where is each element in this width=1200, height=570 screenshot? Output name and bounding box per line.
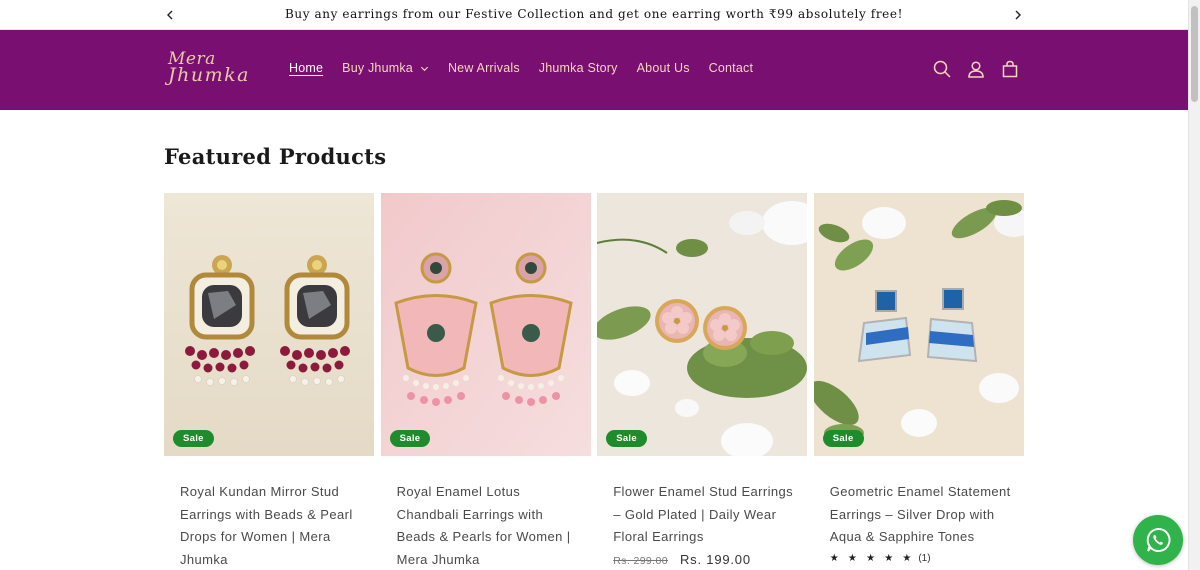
product-card[interactable]: Sale Geometric Enamel Statement Earrings… xyxy=(813,193,1024,570)
sale-badge: Sale xyxy=(173,430,214,447)
scrollbar-thumb[interactable] xyxy=(1191,6,1198,102)
cart-icon xyxy=(1002,60,1018,78)
nav-item-new-arrivals[interactable]: New Arrivals xyxy=(448,61,520,75)
search-button[interactable] xyxy=(930,57,954,81)
product-title[interactable]: Flower Enamel Stud Earrings – Gold Plate… xyxy=(597,481,797,549)
logo-line2: Jhumka xyxy=(168,64,250,86)
product-photo xyxy=(164,193,374,456)
product-photo xyxy=(813,193,1024,456)
sale-badge: Sale xyxy=(389,430,431,447)
nav-item-buy-jhumka[interactable]: Buy Jhumka xyxy=(342,61,429,75)
account-button[interactable] xyxy=(964,57,988,81)
product-image[interactable]: Sale xyxy=(597,193,808,456)
section-title: Featured Products xyxy=(164,144,387,169)
product-photo xyxy=(597,193,808,456)
product-image[interactable]: Sale xyxy=(380,193,591,456)
price-original: Rs. 299.00 xyxy=(613,554,668,567)
product-image[interactable]: Sale xyxy=(164,193,374,456)
page-scrollbar[interactable] xyxy=(1188,0,1200,570)
product-rating: ★ ★ ★ ★ ★ (1) xyxy=(814,553,1024,564)
chevron-right-icon xyxy=(1015,10,1021,20)
product-card[interactable]: Sale Flower Enamel Stud Earrings – Gold … xyxy=(597,193,808,570)
search-icon xyxy=(933,60,951,78)
product-image[interactable]: Sale xyxy=(813,193,1024,456)
header-icons xyxy=(930,57,1032,81)
product-card[interactable]: Sale Royal Enamel Lotus Chandbali Earrin… xyxy=(380,193,591,570)
rating-count: (1) xyxy=(918,552,931,564)
product-title[interactable]: Geometric Enamel Statement Earrings – Si… xyxy=(814,481,1014,549)
nav-item-label: Buy Jhumka xyxy=(342,61,413,75)
whatsapp-icon xyxy=(1146,527,1171,552)
rating-stars: ★ ★ ★ ★ ★ xyxy=(829,552,915,564)
nav-item-contact[interactable]: Contact xyxy=(709,61,753,75)
sale-badge: Sale xyxy=(822,430,864,447)
whatsapp-button[interactable] xyxy=(1133,515,1183,565)
nav-item-home[interactable]: Home xyxy=(289,61,323,75)
brand-logo[interactable]: Mera Jhumka xyxy=(168,51,260,91)
product-card[interactable]: Sale Royal Kundan Mirror Stud Earrings w… xyxy=(164,193,374,570)
nav-item-jhumka-story[interactable]: Jhumka Story xyxy=(539,61,618,75)
main-nav: Home Buy Jhumka New Arrivals Jhumka Stor… xyxy=(289,61,772,75)
product-price: Rs. 299.00 Rs. 199.00 xyxy=(597,552,807,567)
announcement-bar: Buy any earrings from our Festive Collec… xyxy=(0,0,1188,30)
sale-badge: Sale xyxy=(606,430,647,447)
product-photo xyxy=(380,193,591,456)
price-sale: Rs. 199.00 xyxy=(679,551,751,567)
product-grid: Sale Royal Kundan Mirror Stud Earrings w… xyxy=(164,193,1030,570)
account-icon xyxy=(968,61,984,78)
site-header: Mera Jhumka Home Buy Jhumka New Arrivals… xyxy=(0,30,1188,110)
cart-button[interactable] xyxy=(998,57,1022,81)
nav-item-about-us[interactable]: About Us xyxy=(637,61,690,75)
product-title[interactable]: Royal Enamel Lotus Chandbali Earrings wi… xyxy=(381,481,581,570)
chevron-down-icon xyxy=(420,66,428,71)
product-title[interactable]: Royal Kundan Mirror Stud Earrings with B… xyxy=(164,481,364,570)
announcement-next-button[interactable] xyxy=(1003,0,1033,30)
